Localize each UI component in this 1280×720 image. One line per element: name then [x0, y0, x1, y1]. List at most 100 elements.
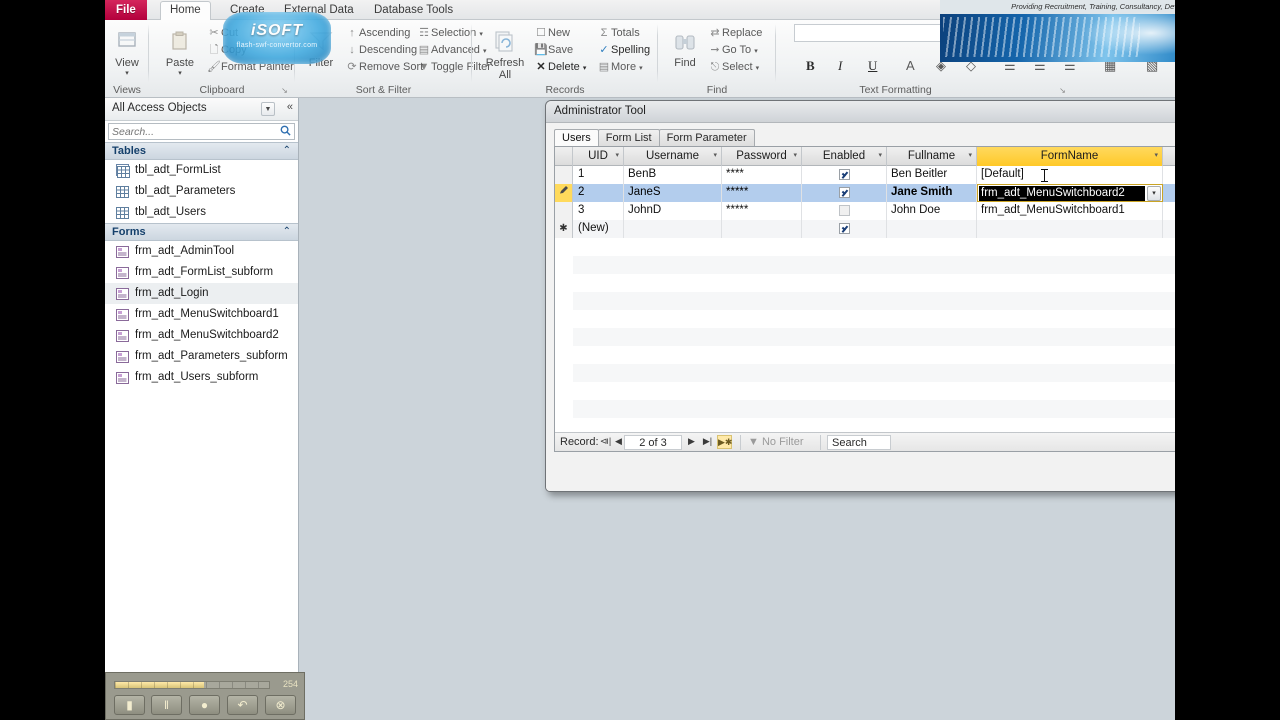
cell-formname[interactable]: frm_adt_MenuSwitchboard1	[977, 202, 1163, 220]
more-button[interactable]: ▤ More ▾	[597, 60, 643, 75]
nav-item-tbl-adt-formlist[interactable]: tbl_adt_FormList	[105, 160, 298, 181]
ribbon-tab-home[interactable]: Home	[160, 1, 211, 20]
undo-button[interactable]: ↶	[227, 695, 258, 715]
search-icon[interactable]	[280, 125, 291, 136]
cell-fullname[interactable]	[887, 220, 977, 238]
cell-fullname[interactable]: Ben Beitler	[887, 166, 977, 184]
find-button[interactable]: Find	[666, 30, 704, 69]
nav-item-frm-adt-menuswitchboard1[interactable]: frm_adt_MenuSwitchboard1	[105, 304, 298, 325]
pause-button[interactable]: ‖	[151, 695, 182, 715]
tab-form-list[interactable]: Form List	[597, 129, 660, 147]
stop-button[interactable]: ▮	[114, 695, 145, 715]
column-header-fullname[interactable]: Fullname ▾	[887, 147, 977, 166]
cell-username[interactable]: JaneS	[624, 184, 722, 202]
cell-enabled[interactable]	[802, 184, 887, 202]
cell-formname[interactable]: [Default]	[977, 166, 1163, 184]
spelling-button[interactable]: ✓ Spelling	[597, 43, 650, 58]
paste-button[interactable]: Paste ▾	[159, 30, 201, 77]
nav-item-frm-adt-formlist-subform[interactable]: frm_adt_FormList_subform	[105, 262, 298, 283]
close-button[interactable]: ⊗	[265, 695, 296, 715]
next-record-button[interactable]: ▶	[685, 435, 698, 449]
chevron-down-icon[interactable]: ▼	[261, 102, 275, 116]
bold-button[interactable]: B	[806, 58, 815, 73]
collapse-pane-icon[interactable]: «	[287, 101, 293, 113]
tab-form-parameter[interactable]: Form Parameter	[658, 129, 755, 147]
sort-arrow-icon[interactable]: ▾	[615, 147, 619, 165]
cell-username[interactable]	[624, 220, 722, 238]
cell-username[interactable]: JohnD	[624, 202, 722, 220]
select-caret-icon[interactable]: ▾	[756, 65, 760, 72]
replace-button[interactable]: ⇄ Replace	[708, 26, 762, 41]
chevron-up-icon[interactable]: ⌃	[283, 145, 291, 156]
navigation-group-header-tables[interactable]: Tables ⌃	[105, 142, 298, 160]
paste-caret-icon[interactable]: ▾	[159, 69, 201, 77]
cell-fullname[interactable]: Jane Smith	[887, 184, 977, 202]
delete-caret-icon[interactable]: ▾	[583, 65, 587, 72]
new-record-button[interactable]: ▶✱	[717, 435, 732, 449]
cell-username[interactable]: BenB	[624, 166, 722, 184]
more-caret-icon[interactable]: ▾	[639, 65, 643, 72]
nav-item-tbl-adt-users[interactable]: tbl_adt_Users	[105, 202, 298, 223]
cell-administratortool[interactable]	[1163, 202, 1175, 220]
cell-uid[interactable]: 1	[573, 166, 624, 184]
cell-enabled[interactable]	[802, 166, 887, 184]
checkbox-enabled[interactable]	[838, 187, 850, 198]
checkbox-enabled[interactable]	[838, 223, 850, 234]
nav-item-tbl-adt-parameters[interactable]: tbl_adt_Parameters	[105, 181, 298, 202]
nav-item-frm-adt-admintool[interactable]: frm_adt_AdminTool	[105, 241, 298, 262]
cell-password[interactable]: ****	[722, 166, 802, 184]
totals-button[interactable]: Σ Totals	[597, 26, 640, 41]
nav-item-frm-adt-users-subform[interactable]: frm_adt_Users_subform	[105, 367, 298, 388]
record-button[interactable]: ●	[189, 695, 220, 715]
go-to-button[interactable]: ➞ Go To ▾	[708, 43, 757, 58]
formname-combo-editor[interactable]: frm_adt_MenuSwitchboard2 ▾	[977, 184, 1163, 202]
ribbon-tab-file[interactable]: File	[105, 0, 147, 20]
view-caret-icon[interactable]: ▾	[109, 69, 145, 77]
first-record-button[interactable]: ⧏|	[599, 435, 612, 449]
sort-ascending-button[interactable]: ↑ Ascending	[345, 26, 410, 41]
cell-uid[interactable]: 3	[573, 202, 624, 220]
column-header-administratortool[interactable]: AdminstratorTool ▾	[1163, 147, 1175, 166]
column-header-password[interactable]: Password ▾	[722, 147, 802, 166]
row-selector[interactable]	[555, 202, 573, 220]
column-header-enabled[interactable]: Enabled ▾	[802, 147, 887, 166]
cell-administratortool[interactable]	[1163, 184, 1175, 202]
select-all-corner[interactable]	[555, 147, 573, 166]
column-header-uid[interactable]: UID ▾	[573, 147, 624, 166]
tab-users[interactable]: Users	[554, 129, 599, 147]
text-formatting-dialog-launcher[interactable]: ↘	[1058, 86, 1067, 95]
sort-arrow-icon[interactable]: ▾	[878, 147, 882, 165]
sort-arrow-icon[interactable]: ▾	[968, 147, 972, 165]
delete-record-button[interactable]: ✕ Delete ▾	[534, 60, 586, 75]
sort-arrow-icon[interactable]: ▾	[793, 147, 797, 165]
table-row-new[interactable]: ✱ (New)	[555, 220, 1175, 238]
column-header-username[interactable]: Username ▾	[624, 147, 722, 166]
cell-administratortool[interactable]	[1163, 166, 1175, 184]
cell-enabled[interactable]	[802, 202, 887, 220]
ribbon-tab-database-tools[interactable]: Database Tools	[365, 2, 462, 20]
nav-item-frm-adt-menuswitchboard2[interactable]: frm_adt_MenuSwitchboard2	[105, 325, 298, 346]
chevron-up-icon[interactable]: ⌃	[283, 226, 291, 237]
cell-password[interactable]	[722, 220, 802, 238]
progress-track[interactable]	[114, 681, 270, 689]
no-filter-indicator[interactable]: ▼ No Filter	[748, 436, 804, 448]
cell-enabled[interactable]	[802, 220, 887, 238]
cell-password[interactable]: *****	[722, 202, 802, 220]
new-record-selector[interactable]: ✱	[555, 220, 573, 238]
last-record-button[interactable]: ▶|	[701, 435, 714, 449]
nav-item-frm-adt-parameters-subform[interactable]: frm_adt_Parameters_subform	[105, 346, 298, 367]
cell-fullname[interactable]: John Doe	[887, 202, 977, 220]
remove-sort-button[interactable]: ⟳ Remove Sort	[345, 60, 423, 75]
sort-arrow-icon[interactable]: ▾	[713, 147, 717, 165]
cell-uid[interactable]: (New)	[573, 220, 624, 238]
sort-arrow-icon[interactable]: ▾	[1154, 147, 1158, 165]
clipboard-dialog-launcher[interactable]: ↘	[280, 86, 289, 95]
save-record-button[interactable]: 💾Save	[534, 43, 573, 58]
table-row[interactable]: 3 JohnD ***** John Doe frm_adt_MenuSwitc…	[555, 202, 1175, 220]
refresh-all-button[interactable]: Refresh All	[482, 30, 528, 81]
sort-descending-button[interactable]: ↓ Descending	[345, 43, 417, 58]
navigation-group-header-forms[interactable]: Forms ⌃	[105, 223, 298, 241]
new-record-button[interactable]: ☐ New	[534, 26, 570, 41]
select-button[interactable]: ⎋ Select ▾	[708, 60, 760, 75]
font-color-button[interactable]: A	[906, 58, 915, 73]
